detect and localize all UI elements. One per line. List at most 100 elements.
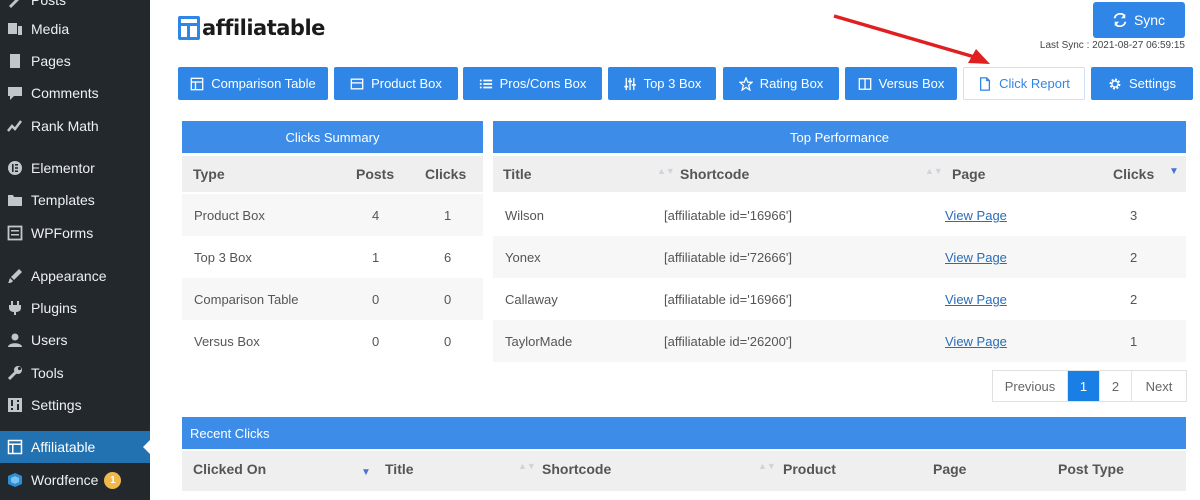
tab-rating-box[interactable]: Rating Box [723, 67, 839, 100]
column-header-post-type[interactable]: Post Type [1058, 461, 1124, 477]
sidebar-item-settings[interactable]: Settings [0, 389, 150, 421]
sidebar-item-appearance[interactable]: Appearance [0, 260, 150, 292]
tab-label: Versus Box [878, 76, 945, 91]
view-page-link[interactable]: View Page [945, 292, 1007, 307]
sidebar-item-label: WPForms [31, 225, 94, 241]
column-header-clicked-on[interactable]: Clicked On [193, 461, 266, 477]
cell-title: Yonex [505, 250, 541, 265]
sidebar-item-label: Plugins [31, 300, 77, 316]
sidebar-item-media[interactable]: Media [0, 13, 150, 45]
cell-shortcode: [affiliatable id='26200'] [664, 334, 792, 349]
sidebar-item-comments[interactable]: Comments [0, 77, 150, 109]
table-row: Wilson [affiliatable id='16966'] View Pa… [493, 194, 1186, 236]
tab-label: Settings [1129, 76, 1176, 91]
sidebar-item-label: Templates [31, 192, 95, 208]
sync-button[interactable]: Sync [1093, 2, 1185, 38]
notification-badge: 1 [104, 471, 122, 489]
sidebar-item-plugins[interactable]: Plugins [0, 292, 150, 324]
top-performance-column-headers: Title ▲▼ Shortcode ▲▼ Page Clicks ▼ [493, 156, 1186, 192]
sidebar-item-label: Media [31, 21, 70, 37]
sort-icon[interactable]: ▲▼ [925, 166, 943, 176]
tab-comparison-table[interactable]: Comparison Table [178, 67, 328, 100]
cell-clicks: 2 [1130, 292, 1138, 307]
tab-click-report[interactable]: Click Report [963, 67, 1085, 100]
sidebar-item-tools[interactable]: Tools [0, 357, 150, 389]
table-row: Yonex [affiliatable id='72666'] View Pag… [493, 236, 1186, 278]
column-header-type[interactable]: Type [193, 166, 225, 182]
column-header-shortcode[interactable]: Shortcode [680, 166, 749, 182]
clicks-summary-header: Clicks Summary [182, 121, 483, 153]
tab-pros-cons-box[interactable]: Pros/Cons Box [463, 67, 602, 100]
gear-icon [1109, 78, 1121, 89]
sort-icon[interactable]: ▲▼ [518, 461, 536, 471]
cell-posts: 4 [372, 208, 380, 223]
sort-icon[interactable]: ▲▼ [758, 461, 776, 471]
posts-icon [6, 0, 24, 9]
clicks-summary-column-headers: Type Posts Clicks [182, 156, 483, 192]
tab-label: Rating Box [759, 76, 824, 91]
columns-icon [858, 77, 871, 90]
cell-type: Comparison Table [194, 292, 299, 307]
elementor-icon [6, 159, 24, 177]
sidebar-item-affiliatable[interactable]: Affiliatable [0, 431, 151, 463]
tab-label: Top 3 Box [643, 76, 702, 91]
sliders-icon [623, 77, 636, 90]
media-icon [6, 20, 24, 38]
sidebar-item-label: Appearance [31, 268, 107, 284]
view-page-link[interactable]: View Page [945, 334, 1007, 349]
top-performance-header: Top Performance [493, 121, 1186, 153]
pagination-next[interactable]: Next [1132, 371, 1186, 401]
tab-top-3-box[interactable]: Top 3 Box [608, 67, 716, 100]
list-icon [479, 79, 492, 88]
cell-shortcode: [affiliatable id='72666'] [664, 250, 792, 265]
sidebar-item-users[interactable]: Users [0, 324, 150, 356]
column-header-product[interactable]: Product [783, 461, 836, 477]
tab-settings[interactable]: Settings [1091, 67, 1193, 100]
column-header-title[interactable]: Title [385, 461, 414, 477]
cell-title: TaylorMade [505, 334, 573, 349]
column-header-page[interactable]: Page [933, 461, 966, 477]
column-header-page[interactable]: Page [952, 166, 985, 182]
sidebar-item-rank-math[interactable]: Rank Math [0, 110, 150, 142]
sidebar-item-label: Elementor [31, 160, 95, 176]
file-icon [980, 76, 991, 91]
column-header-clicks[interactable]: Clicks [425, 166, 466, 182]
sort-desc-icon[interactable]: ▼ [1169, 166, 1179, 177]
sidebar-item-wordfence[interactable]: Wordfence 1 [0, 464, 150, 496]
sidebar-item-label: Wordfence [31, 472, 99, 488]
tools-icon [6, 364, 24, 382]
column-header-posts[interactable]: Posts [356, 166, 394, 182]
sidebar-item-label: Posts [31, 0, 67, 8]
product-box-icon [350, 78, 364, 89]
plugins-icon [6, 299, 24, 317]
pagination-page-1[interactable]: 1 [1068, 371, 1100, 401]
sidebar-item-wpforms[interactable]: WPForms [0, 217, 150, 249]
cell-shortcode: [affiliatable id='16966'] [664, 292, 792, 307]
sidebar-item-pages[interactable]: Pages [0, 45, 150, 77]
sidebar-item-templates[interactable]: Templates [0, 184, 150, 216]
cell-type: Top 3 Box [194, 250, 252, 265]
cell-posts: 0 [372, 334, 380, 349]
sort-icon[interactable]: ▲▼ [657, 166, 675, 176]
column-header-shortcode[interactable]: Shortcode [542, 461, 611, 477]
view-page-link[interactable]: View Page [945, 208, 1007, 223]
tab-versus-box[interactable]: Versus Box [845, 67, 957, 100]
cell-clicks: 0 [444, 292, 452, 307]
view-page-link[interactable]: View Page [945, 250, 1007, 265]
tab-product-box[interactable]: Product Box [334, 67, 458, 100]
cell-posts: 0 [372, 292, 380, 307]
table-row: Versus Box 0 0 [182, 320, 483, 362]
table-row: Product Box 4 1 [182, 194, 483, 236]
cell-posts: 1 [372, 250, 380, 265]
column-header-clicks[interactable]: Clicks [1113, 166, 1154, 182]
sidebar-item-elementor[interactable]: Elementor [0, 152, 150, 184]
pagination-previous[interactable]: Previous [993, 371, 1068, 401]
brand-logo: affiliatable [178, 16, 325, 40]
rank-math-icon [6, 117, 24, 135]
table-row: Top 3 Box 1 6 [182, 236, 483, 278]
sidebar-item-label: Pages [31, 53, 71, 69]
sort-desc-icon[interactable]: ▼ [361, 467, 371, 478]
panel-title: Clicks Summary [285, 129, 380, 145]
column-header-title[interactable]: Title [503, 166, 532, 182]
pagination-page-2[interactable]: 2 [1100, 371, 1132, 401]
